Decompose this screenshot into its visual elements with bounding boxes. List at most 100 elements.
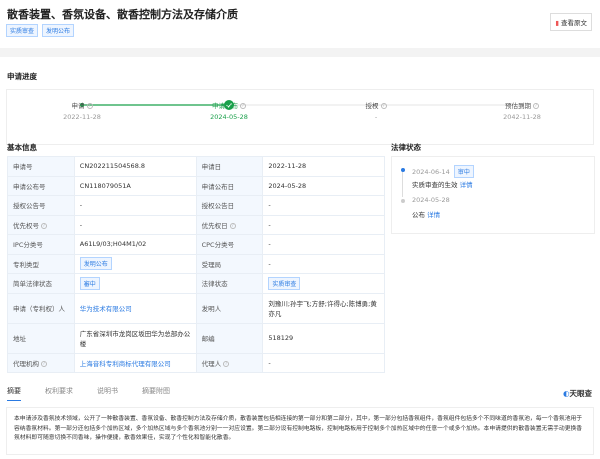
event-dot (400, 199, 405, 203)
cell-text: 代理机构 (13, 359, 39, 368)
cell-text: 优先权号 (13, 221, 39, 230)
tag-publication: 发明公布 (42, 24, 75, 37)
progress-timeline: 申请? 2022-11-28 申请公布? 2024-05-28 授权? - 预估到期?… (6, 89, 594, 145)
field-label: 代理人? (195, 352, 264, 373)
field-label: 申请（专利权）人 (7, 292, 75, 324)
step-grant: 授权? - (336, 100, 416, 121)
step-label: 申请公布 (212, 102, 238, 110)
divider (0, 48, 600, 57)
view-original-label: 查看原文 (561, 19, 587, 27)
field-label: 申请公布日 (195, 175, 264, 196)
cell-text: CN118079051A (79, 181, 131, 190)
help-icon[interactable]: ? (229, 222, 236, 229)
field-value: CN202211504568.8 (73, 156, 197, 177)
help-icon[interactable]: ? (533, 103, 539, 109)
table-row: IPC分类号 A61L9/03;H04M1/02 CPC分类号 - (7, 234, 385, 255)
step-expiry: 预估到期? 2042-11-28 (482, 100, 562, 121)
cell-text: 专利类型 (13, 260, 39, 269)
step-date: 2024-05-28 (210, 113, 248, 121)
cell-text: - (268, 201, 271, 210)
field-label: 邮编 (195, 322, 264, 354)
entity-link[interactable]: 上海音科专利商标代理有限公司 (80, 360, 171, 368)
field-label: 简单法律状态 (7, 273, 75, 294)
table-row: 申请公布号 CN118079051A 申请公布日 2024-05-28 (7, 175, 385, 196)
field-value: 广东省深圳市龙岗区坂田华为总部办公楼 (73, 322, 197, 354)
legal-event: 2024-06-14 审中 (412, 165, 478, 178)
cell-text: - (268, 358, 271, 367)
status-tags: 实质审查 发明公布 (6, 24, 78, 37)
event-badge: 审中 (453, 165, 474, 178)
help-icon[interactable]: ? (41, 222, 47, 229)
cell-text: 申请日 (201, 163, 222, 172)
event-text: 实质审查的生效 (412, 181, 458, 189)
cell-text: - (268, 259, 271, 268)
cell-text: A61L9/03;H04M1/02 (79, 240, 147, 249)
help-icon[interactable]: ? (86, 103, 93, 109)
field-label: 代理机构? (7, 352, 75, 373)
progress-title: 申请进度 (7, 72, 37, 81)
field-value: 518129 (262, 322, 385, 354)
field-label: 申请日 (195, 156, 264, 177)
cell-text: 2024-05-28 (268, 181, 307, 190)
step-label: 授权 (365, 102, 379, 110)
cell-text: 刘豫川;孙宇飞;方舒;许得心;陈博勇;黄亦凡 (268, 300, 377, 318)
cell-text: 代理人 (201, 359, 222, 368)
event-detail-link[interactable]: 详情 (460, 181, 473, 189)
table-row: 申请号 CN202211504568.8 申请日 2022-11-28 (7, 156, 385, 177)
cell-text: 2022-11-28 (268, 162, 307, 171)
help-icon[interactable]: ? (223, 360, 230, 367)
legal-timeline-line (402, 169, 403, 197)
cell-text: 申请公布号 (13, 182, 46, 191)
help-icon[interactable]: ? (240, 103, 246, 109)
tab-description[interactable]: 说明书 (97, 386, 118, 400)
field-value: 2022-11-28 (262, 156, 385, 177)
help-icon[interactable]: ? (380, 103, 387, 109)
field-value: 发明公布 (73, 253, 197, 274)
cell-text: - (268, 220, 271, 229)
field-value: A61L9/03;H04M1/02 (73, 234, 197, 255)
tab-claims[interactable]: 权利要求 (45, 386, 73, 400)
status-badge: 发明公布 (79, 257, 112, 271)
tag-substantive-exam: 实质审查 (6, 24, 39, 37)
step-date: 2022-11-28 (63, 113, 101, 121)
tab-abstract[interactable]: 摘要 (7, 386, 21, 401)
step-apply: 申请? 2022-11-28 (42, 100, 122, 121)
step-label: 预估到期 (505, 102, 531, 110)
field-value: - (262, 352, 385, 373)
basic-info-table: 申请号 CN202211504568.8 申请日 2022-11-28 申请公布号 CN1… (7, 156, 385, 373)
event-date: 2024-06-14 (412, 168, 450, 176)
patent-title: 散香装置、香氛设备、散香控制方法及存储介质 (7, 8, 238, 21)
step-date: 2042-11-28 (503, 113, 541, 121)
field-value: - (262, 214, 385, 235)
cell-text: 发明人 (201, 305, 222, 313)
entity-link[interactable]: 华为技术有限公司 (80, 305, 132, 313)
cell-text: CPC分类号 (201, 241, 235, 250)
legal-event-desc: 公布 详情 (412, 209, 440, 219)
event-detail-link[interactable]: 详情 (427, 211, 440, 219)
cell-text: - (79, 220, 83, 229)
field-label: 申请公布号 (7, 175, 75, 196)
table-row: 简单法律状态 審中 法律状态 实质审查 (7, 273, 385, 294)
field-label: CPC分类号 (195, 234, 264, 255)
tianyancha-logo: ◐天眼查 (563, 388, 592, 399)
help-icon[interactable]: ? (41, 360, 47, 367)
field-label: 发明人 (195, 292, 264, 324)
basic-info-title: 基本信息 (7, 143, 37, 152)
cell-text: CN202211504568.8 (79, 162, 146, 171)
field-label: 申请号 (7, 156, 75, 177)
status-badge: 实质审查 (268, 276, 301, 290)
cell-text: 地址 (13, 335, 26, 343)
tab-abstract-figure[interactable]: 摘要附图 (142, 386, 170, 400)
brand-name: 天眼查 (569, 389, 593, 398)
table-row: 优先权号? - 优先权日? - (7, 214, 385, 235)
table-row: 代理机构? 上海音科专利商标代理有限公司 代理人? - (7, 352, 385, 373)
cell-text: 法律状态 (201, 280, 228, 289)
content-tabs: 摘要 权利要求 说明书 摘要附图 (7, 386, 194, 401)
view-original-button[interactable]: ▮ 查看原文 (550, 13, 592, 31)
field-label: 专利类型 (7, 253, 75, 274)
table-row: 申请（专利权）人 华为技术有限公司 发明人 刘豫川;孙宇飞;方舒;许得心;陈博勇;黄亦… (7, 292, 385, 324)
field-label: 法律状态 (195, 273, 264, 294)
field-value: CN118079051A (73, 175, 197, 196)
cell-text: 简单法律状态 (13, 280, 52, 289)
event-text: 公布 (412, 211, 425, 219)
